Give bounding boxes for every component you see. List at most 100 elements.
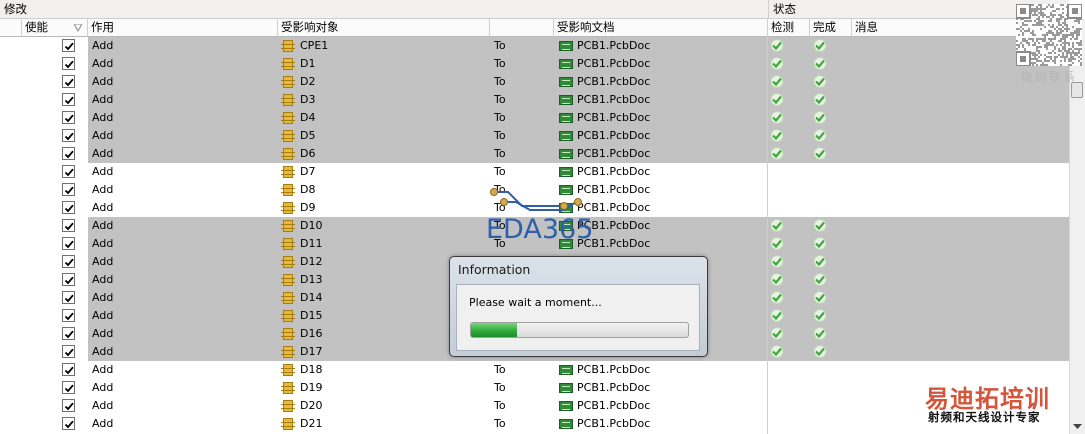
component-icon — [281, 76, 295, 88]
affected-object-cell: CPE1 — [300, 39, 329, 52]
qr-code-icon — [1016, 4, 1082, 66]
column-header-enable[interactable]: 使能 — [22, 19, 88, 36]
row-highlight — [88, 145, 768, 163]
component-icon — [281, 94, 295, 106]
pcb-document-icon — [559, 77, 573, 87]
group-label-modify: 修改 — [4, 2, 27, 16]
enable-checkbox[interactable] — [62, 219, 75, 232]
affected-object-cell: D16 — [300, 327, 323, 340]
table-row[interactable]: Add D18 To PCB1.PcbDoc — [0, 361, 1069, 379]
column-header-check[interactable]: 检测 — [768, 19, 810, 36]
enable-checkbox[interactable] — [62, 201, 75, 214]
affected-object-cell: D5 — [300, 129, 316, 142]
affected-object-cell: D18 — [300, 363, 323, 376]
table-row[interactable]: Add D5 To PCB1.PcbDoc — [0, 127, 1069, 145]
component-icon — [281, 364, 295, 376]
enable-checkbox[interactable] — [62, 165, 75, 178]
table-row[interactable]: Add D4 To PCB1.PcbDoc — [0, 109, 1069, 127]
action-cell: Add — [92, 93, 114, 106]
affected-document-cell: PCB1.PcbDoc — [577, 417, 651, 430]
scroll-down-arrow-icon[interactable] — [1070, 421, 1085, 433]
column-header-direction[interactable] — [490, 19, 554, 36]
group-header-modify: 修改 — [0, 0, 768, 19]
check-status-icon — [770, 327, 784, 343]
affected-object-cell: D20 — [300, 399, 323, 412]
column-separator — [809, 19, 810, 37]
enable-checkbox[interactable] — [62, 255, 75, 268]
check-status-icon — [770, 39, 784, 55]
enable-checkbox[interactable] — [62, 75, 75, 88]
check-status-icon — [770, 273, 784, 289]
component-icon — [281, 40, 295, 52]
enable-checkbox[interactable] — [62, 147, 75, 160]
table-row[interactable]: Add D7 To PCB1.PcbDoc — [0, 163, 1069, 181]
table-row[interactable]: Add D1 To PCB1.PcbDoc — [0, 55, 1069, 73]
done-status-icon — [813, 309, 827, 325]
column-header-affected-object[interactable]: 受影响对象 — [278, 19, 490, 36]
table-row[interactable]: Add D20 To PCB1.PcbDoc — [0, 397, 1069, 415]
brand-watermark-subtitle: 射频和天线设计专家 — [928, 410, 1041, 424]
enable-checkbox[interactable] — [62, 57, 75, 70]
table-row[interactable]: Add D2 To PCB1.PcbDoc — [0, 73, 1069, 91]
action-cell: Add — [92, 255, 114, 268]
affected-document-cell: PCB1.PcbDoc — [577, 75, 651, 88]
done-status-icon — [813, 147, 827, 163]
enable-checkbox[interactable] — [62, 183, 75, 196]
direction-cell: To — [494, 75, 506, 88]
eda365-watermark: EDA365 — [486, 186, 598, 252]
enable-checkbox[interactable] — [62, 381, 75, 394]
action-cell: Add — [92, 273, 114, 286]
enable-checkbox[interactable] — [62, 327, 75, 340]
check-status-icon — [770, 237, 784, 253]
column-header-affected-document[interactable]: 受影响文档 — [554, 19, 768, 36]
enable-checkbox[interactable] — [62, 363, 75, 376]
table-row[interactable]: Add D21 To PCB1.PcbDoc — [0, 415, 1069, 433]
enable-checkbox[interactable] — [62, 111, 75, 124]
column-header-indicator[interactable] — [0, 19, 22, 36]
done-status-icon — [813, 255, 827, 271]
enable-checkbox[interactable] — [62, 399, 75, 412]
action-cell: Add — [92, 165, 114, 178]
table-row[interactable]: Add D3 To PCB1.PcbDoc — [0, 91, 1069, 109]
enable-checkbox[interactable] — [62, 291, 75, 304]
affected-object-cell: D15 — [300, 309, 323, 322]
enable-checkbox[interactable] — [62, 309, 75, 322]
done-status-icon — [813, 219, 827, 235]
enable-checkbox[interactable] — [62, 417, 75, 430]
column-separator — [553, 19, 554, 37]
table-row[interactable]: Add D6 To PCB1.PcbDoc — [0, 145, 1069, 163]
affected-object-cell: D14 — [300, 291, 323, 304]
table-row[interactable]: Add CPE1 To PCB1.PcbDoc — [0, 37, 1069, 55]
direction-cell: To — [494, 399, 506, 412]
column-label-affected-document: 受影响文档 — [557, 20, 615, 34]
column-label-done: 完成 — [813, 20, 836, 34]
component-icon — [281, 130, 295, 142]
check-status-icon — [770, 75, 784, 91]
enable-checkbox[interactable] — [62, 129, 75, 142]
information-dialog[interactable]: Information Please wait a moment... — [449, 256, 708, 357]
check-status-icon — [770, 345, 784, 361]
enable-checkbox[interactable] — [62, 345, 75, 358]
direction-cell: To — [494, 147, 506, 160]
progress-bar-fill — [471, 323, 517, 337]
pcb-document-icon — [559, 365, 573, 375]
row-highlight — [88, 55, 768, 73]
component-icon — [281, 274, 295, 286]
pcb-document-icon — [559, 113, 573, 123]
table-row[interactable]: Add D19 To PCB1.PcbDoc — [0, 379, 1069, 397]
column-header-done[interactable]: 完成 — [810, 19, 852, 36]
filter-icon[interactable] — [74, 24, 82, 32]
affected-object-cell: D7 — [300, 165, 316, 178]
column-header-action[interactable]: 作用 — [88, 19, 278, 36]
enable-checkbox[interactable] — [62, 93, 75, 106]
column-separator — [489, 19, 490, 37]
done-status-icon — [813, 327, 827, 343]
row-highlight — [88, 73, 768, 91]
affected-object-cell: D11 — [300, 237, 323, 250]
component-icon — [281, 184, 295, 196]
enable-checkbox[interactable] — [62, 39, 75, 52]
enable-checkbox[interactable] — [62, 273, 75, 286]
affected-document-cell: PCB1.PcbDoc — [577, 93, 651, 106]
done-status-icon — [813, 39, 827, 55]
enable-checkbox[interactable] — [62, 237, 75, 250]
